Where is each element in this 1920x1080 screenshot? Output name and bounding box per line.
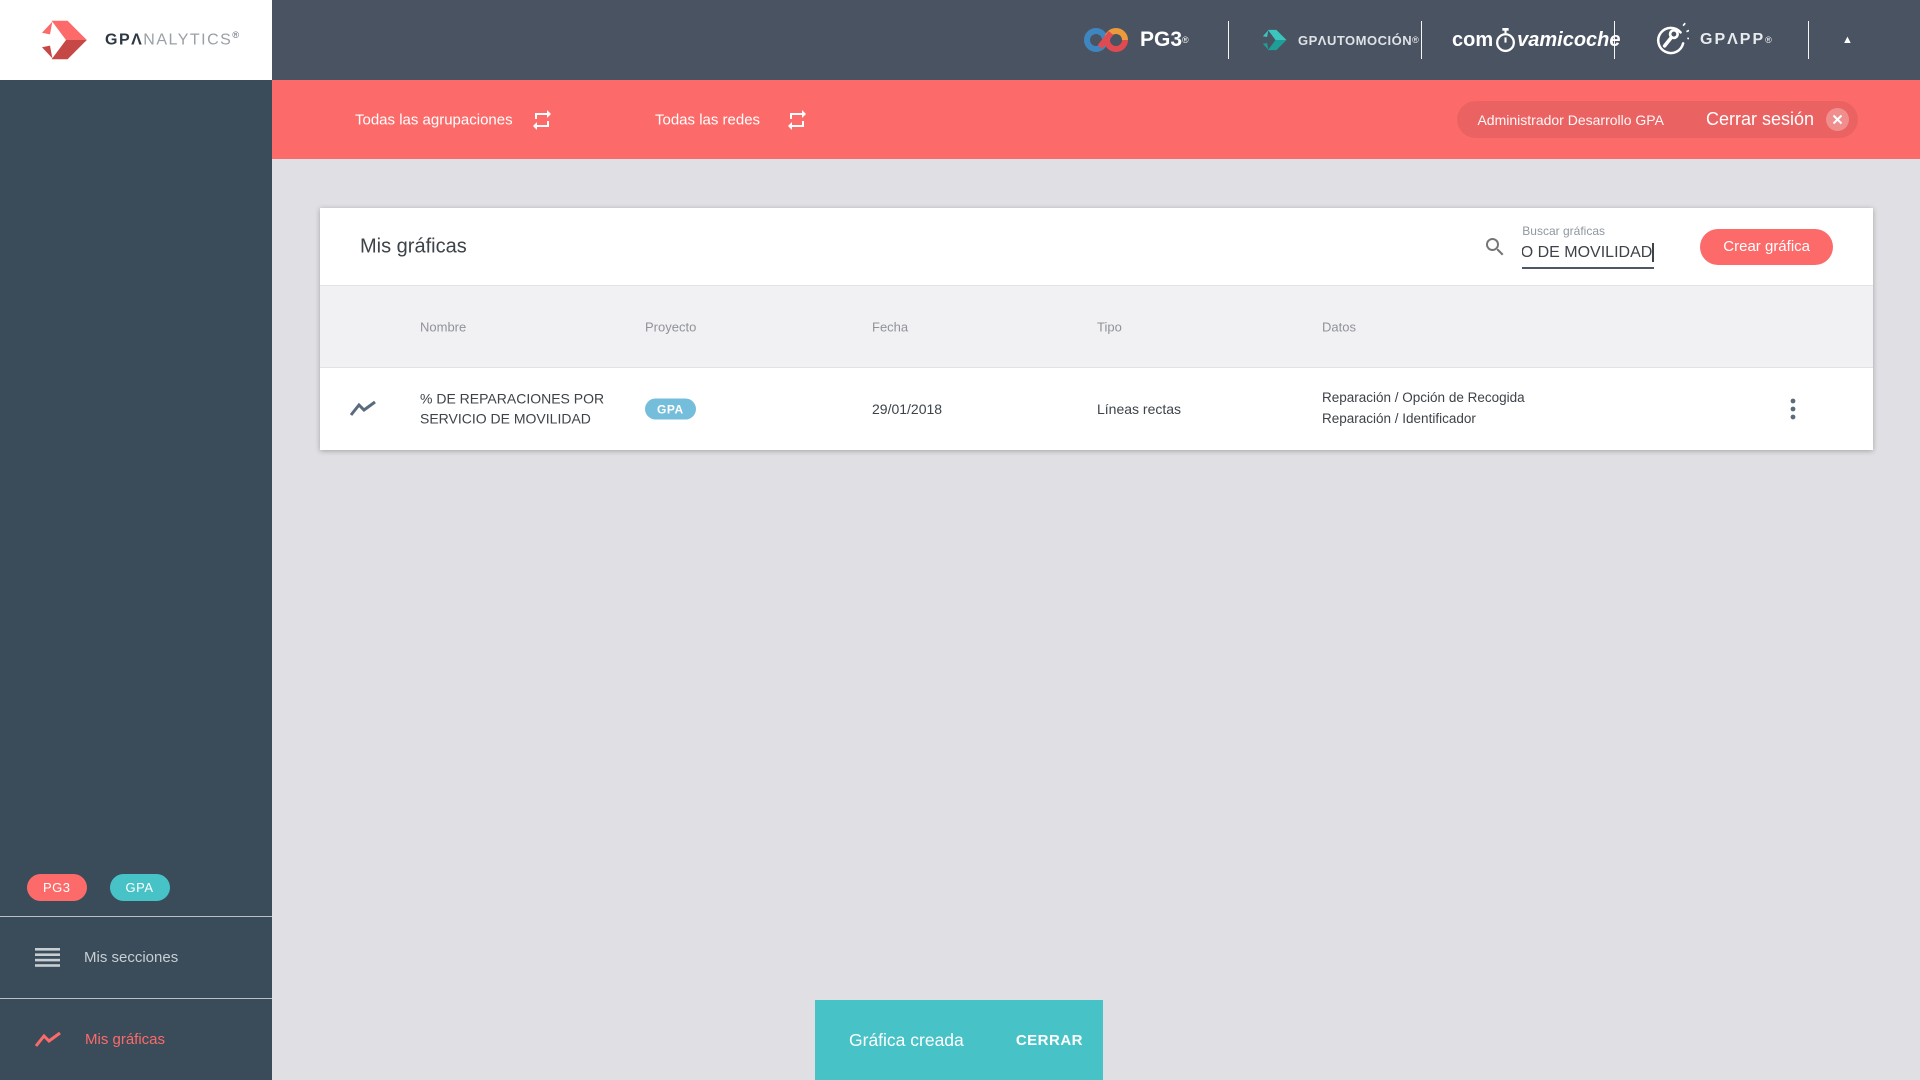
header-divider [1614, 21, 1615, 59]
swap-icon [533, 109, 551, 130]
collapse-header-button[interactable]: ▲ [1832, 0, 1863, 80]
sidebar-item-mis-secciones[interactable]: Mis secciones [0, 916, 272, 998]
gpapp-logo[interactable]: GPΛPP ® [1652, 0, 1772, 80]
header-divider [1808, 21, 1809, 59]
row-menu-button[interactable] [1775, 391, 1811, 427]
table-header: Nombre Proyecto Fecha Tipo Datos [320, 285, 1873, 368]
brand-gpa-text: GPΛ [105, 31, 144, 49]
column-header-proyecto: Proyecto [645, 319, 697, 334]
user-session-pill: Administrador Desarrollo GPA Cerrar sesi… [1457, 101, 1858, 138]
comprova-suffix: vamicoche [1517, 28, 1621, 51]
cell-proyecto: GPA [645, 398, 696, 420]
cell-datos: Reparación / Opción de Recogida Reparaci… [1322, 388, 1525, 430]
sidebar: PG3 GPA Mis secciones Mis gráficas [0, 80, 272, 1080]
user-name: Administrador Desarrollo GPA [1477, 111, 1664, 128]
column-header-tipo: Tipo [1097, 319, 1122, 334]
gpa-analytics-logo: GPΛNALYTICS® [0, 0, 272, 80]
search-input-valuewrap: O DE MOVILIDAD [1522, 243, 1655, 269]
pg3-label: PG3 [1140, 28, 1183, 51]
brand-wordmark: GPΛNALYTICS® [105, 30, 241, 49]
sidebar-item-mis-graficas[interactable]: Mis gráficas [0, 998, 272, 1080]
page-title: Mis gráficas [360, 235, 467, 257]
groupings-filter-label[interactable]: Todas las agrupaciones [355, 111, 513, 128]
pg3-infinity-icon [1084, 28, 1128, 52]
gpa-badge[interactable]: GPA [109, 874, 170, 901]
comprovamicoche-logo[interactable]: com vamicoche [1452, 0, 1621, 80]
card-header: Mis gráficas Buscar gráficas O DE MOVILI… [320, 208, 1873, 285]
gpa-analytics-arrow-icon [42, 20, 87, 60]
swap-icon [788, 109, 806, 130]
pg3-badge[interactable]: PG3 [27, 874, 87, 901]
triangle-up-icon: ▲ [1842, 34, 1853, 46]
column-header-fecha: Fecha [872, 319, 909, 334]
swap-networks-button[interactable] [785, 108, 809, 132]
gpapp-registered-mark: ® [1765, 35, 1772, 45]
kebab-icon [1790, 398, 1796, 420]
gpapp-wrench-icon [1657, 22, 1689, 55]
swap-groupings-button[interactable] [530, 108, 554, 132]
search-input-label: Buscar gráficas [1522, 224, 1605, 238]
logout-label: Cerrar sesión [1705, 109, 1814, 129]
gpautomocion-label: GPΛUTOMOCIÓN [1298, 32, 1413, 48]
column-header-datos: Datos [1322, 319, 1356, 334]
project-badge: GPA [645, 398, 696, 420]
search-input[interactable]: Buscar gráficas O DE MOVILIDAD [1522, 224, 1655, 269]
brand-registered-mark: ® [232, 30, 241, 41]
toast-snackbar: Gráfica creada CERRAR [815, 1000, 1103, 1080]
cell-nombre: % DE REPARACIONES POR SERVICIO DE MOVILI… [420, 390, 605, 427]
gpapp-label: GPΛPP [1700, 31, 1766, 48]
sidebar-item-label: Mis secciones [84, 949, 179, 966]
sidebar-bottom: PG3 GPA Mis secciones Mis gráficas [0, 874, 272, 1080]
cell-tipo: Líneas rectas [1097, 401, 1182, 417]
gpautomocion-logo[interactable]: GPΛUTOMOCIÓN ® [1262, 0, 1419, 80]
gpautomocion-registered-mark: ® [1412, 35, 1419, 45]
sidebar-badges: PG3 GPA [0, 874, 272, 916]
table-row[interactable]: % DE REPARACIONES POR SERVICIO DE MOVILI… [320, 368, 1873, 450]
line-chart-icon [34, 1031, 61, 1049]
search-icon[interactable] [1483, 235, 1507, 259]
logout-button[interactable]: Cerrar sesión [1706, 108, 1849, 131]
header-divider [1228, 21, 1229, 59]
search-area: Buscar gráficas O DE MOVILIDAD Crear grá… [1483, 208, 1833, 285]
networks-filter-label[interactable]: Todas las redes [655, 111, 760, 128]
line-chart-icon [349, 400, 376, 418]
comprova-prefix: com [1452, 28, 1494, 51]
toast-close-button[interactable]: CERRAR [1008, 1026, 1091, 1055]
column-header-nombre: Nombre [420, 319, 467, 334]
datos-line: Reparación / Identificador [1322, 411, 1476, 426]
top-header: GPΛNALYTICS® PG3 ® GPΛUTOMOCIÓN ® com va… [0, 0, 1920, 80]
toast-message: Gráfica creada [849, 1029, 964, 1050]
create-chart-button[interactable]: Crear gráfica [1700, 228, 1833, 265]
cell-fecha: 29/01/2018 [872, 401, 943, 417]
datos-line: Reparación / Opción de Recogida [1322, 390, 1525, 406]
close-circle-icon [1826, 108, 1849, 131]
menu-icon [35, 948, 60, 967]
text-caret [1652, 243, 1655, 262]
header-divider [1421, 21, 1422, 59]
sidebar-item-label: Mis gráficas [85, 1031, 166, 1048]
brand-analytics-text: NALYTICS [143, 31, 233, 49]
search-input-value: O DE MOVILIDAD [1522, 243, 1653, 261]
filter-bar: Todas las agrupaciones Todas las redes A… [272, 80, 1920, 159]
pg3-registered-mark: ® [1182, 35, 1189, 45]
stopwatch-icon [1496, 27, 1516, 52]
gpautomocion-arrow-icon [1262, 29, 1287, 51]
main-content: Mis gráficas Buscar gráficas O DE MOVILI… [272, 159, 1920, 1080]
pg3-logo[interactable]: PG3 ® [1083, 0, 1189, 80]
charts-card: Mis gráficas Buscar gráficas O DE MOVILI… [320, 208, 1873, 450]
